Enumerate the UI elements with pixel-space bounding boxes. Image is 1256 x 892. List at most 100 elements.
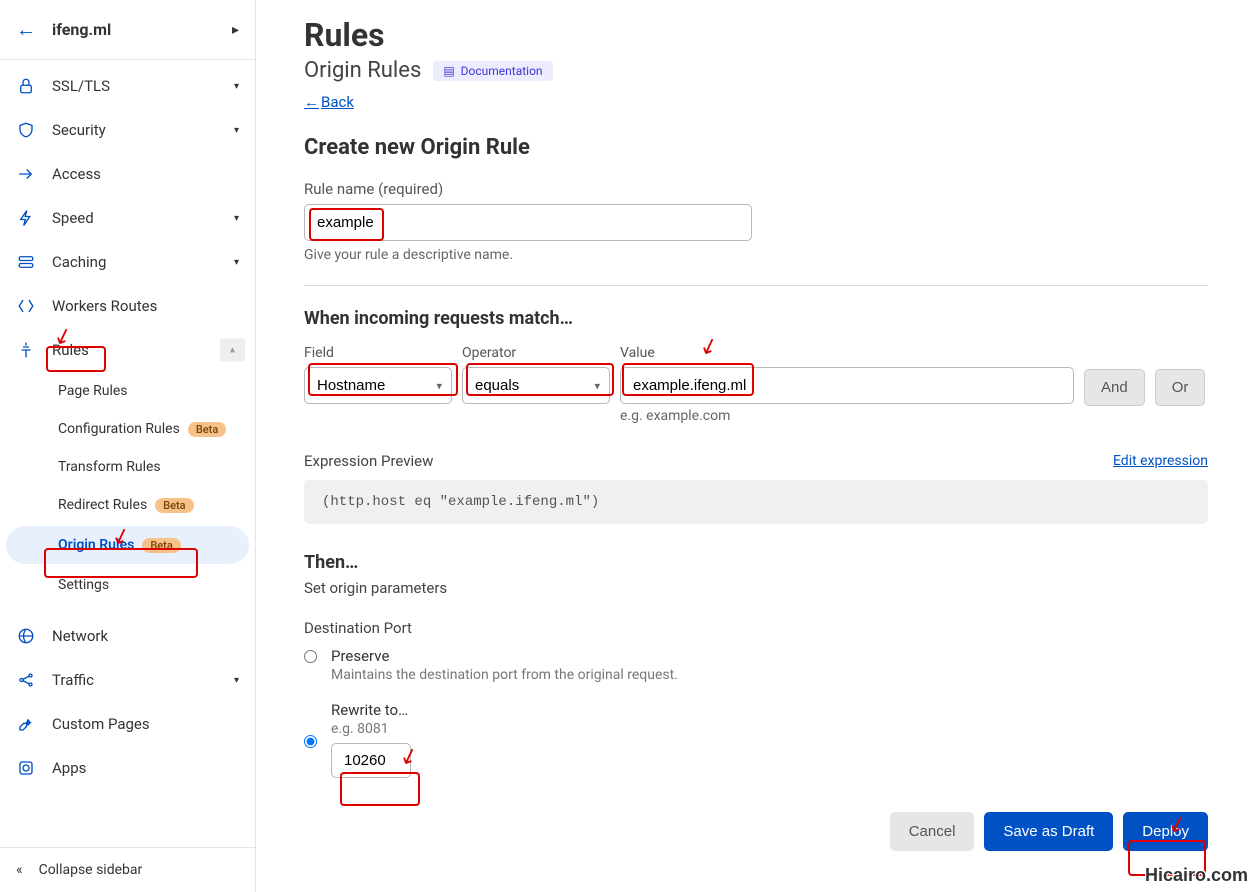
caret-right-icon[interactable]: ▸ bbox=[232, 22, 239, 38]
nav-custom-pages[interactable]: Custom Pages bbox=[0, 702, 255, 746]
nav-apps[interactable]: Apps bbox=[0, 746, 255, 790]
beta-badge: Beta bbox=[142, 538, 180, 553]
rewrite-title: Rewrite to… bbox=[331, 701, 1208, 719]
sidebar: ← ifeng.ml ▸ SSL/TLS ▾ Security ▾ Access… bbox=[0, 0, 256, 892]
subnav-settings[interactable]: Settings bbox=[0, 566, 255, 604]
expression-preview-label: Expression Preview bbox=[304, 452, 433, 470]
or-button[interactable]: Or bbox=[1155, 369, 1206, 406]
shield-icon bbox=[16, 120, 36, 140]
nav-workers-routes[interactable]: Workers Routes bbox=[0, 284, 255, 328]
wrench-icon bbox=[16, 714, 36, 734]
nav-speed[interactable]: Speed ▾ bbox=[0, 196, 255, 240]
radio-rewrite-row: Rewrite to… e.g. 8081 bbox=[304, 701, 1208, 778]
nav-label: SSL/TLS bbox=[52, 77, 234, 95]
book-icon: ▤ bbox=[443, 64, 454, 78]
globe-icon bbox=[16, 626, 36, 646]
nav-label: Rules bbox=[52, 341, 239, 359]
rule-name-help: Give your rule a descriptive name. bbox=[304, 247, 1208, 263]
nav-network[interactable]: Network bbox=[0, 614, 255, 658]
back-label: Back bbox=[321, 93, 354, 111]
radio-preserve[interactable] bbox=[304, 650, 317, 663]
nav-rules[interactable]: Rules ▴ bbox=[0, 328, 255, 372]
create-heading: Create new Origin Rule bbox=[304, 135, 1208, 160]
rewrite-help: e.g. 8081 bbox=[331, 721, 1208, 737]
field-select[interactable]: Hostname bbox=[304, 367, 452, 404]
operator-select[interactable]: equals bbox=[462, 367, 610, 404]
nav-label: Workers Routes bbox=[52, 297, 239, 315]
collapse-label: Collapse sidebar bbox=[39, 862, 143, 878]
workers-icon bbox=[16, 296, 36, 316]
rules-icon bbox=[16, 340, 36, 360]
preserve-desc: Maintains the destination port from the … bbox=[331, 667, 1208, 683]
chevron-down-icon: ▾ bbox=[234, 125, 239, 136]
subnav-configuration-rules[interactable]: Configuration RulesBeta bbox=[0, 410, 255, 448]
save-draft-button[interactable]: Save as Draft bbox=[984, 812, 1113, 851]
footer-buttons: Cancel Save as Draft Deploy bbox=[304, 812, 1208, 851]
field-label: Field bbox=[304, 345, 452, 361]
chevron-up-icon[interactable]: ▴ bbox=[220, 339, 245, 362]
nav-label: Speed bbox=[52, 209, 234, 227]
sub-label: Settings bbox=[58, 577, 109, 593]
nav-label: Traffic bbox=[52, 671, 234, 689]
then-heading: Then… bbox=[304, 552, 1208, 573]
edit-expression-link[interactable]: Edit expression bbox=[1113, 453, 1208, 469]
sub-label: Configuration Rules bbox=[58, 421, 180, 437]
nav-label: Caching bbox=[52, 253, 234, 271]
chevron-down-icon: ▾ bbox=[234, 675, 239, 686]
rule-name-input[interactable] bbox=[304, 204, 752, 241]
subnav-redirect-rules[interactable]: Redirect Rules Beta bbox=[0, 486, 255, 524]
filter-row: Field Hostname Operator equals Value e.g… bbox=[304, 345, 1208, 424]
rules-subnav: Page Rules Configuration RulesBeta Trans… bbox=[0, 372, 255, 604]
subnav-page-rules[interactable]: Page Rules bbox=[0, 372, 255, 410]
value-input[interactable] bbox=[620, 367, 1074, 404]
documentation-badge[interactable]: ▤ Documentation bbox=[433, 61, 552, 81]
chevron-left-double-icon: « bbox=[16, 862, 23, 878]
subnav-origin-rules[interactable]: Origin Rules Beta bbox=[6, 526, 249, 564]
nav-access[interactable]: Access bbox=[0, 152, 255, 196]
sub-label: Transform Rules bbox=[58, 459, 161, 475]
preserve-title: Preserve bbox=[331, 647, 1208, 665]
chevron-down-icon: ▾ bbox=[234, 257, 239, 268]
beta-badge: Beta bbox=[155, 498, 193, 513]
destination-port-label: Destination Port bbox=[304, 619, 1208, 637]
lock-icon bbox=[16, 76, 36, 96]
lightning-icon bbox=[16, 208, 36, 228]
cancel-button[interactable]: Cancel bbox=[890, 812, 975, 851]
nav-label: Network bbox=[52, 627, 239, 645]
and-button[interactable]: And bbox=[1084, 369, 1145, 406]
nav-label: Access bbox=[52, 165, 239, 183]
nav-label: Apps bbox=[52, 759, 239, 777]
port-input[interactable] bbox=[331, 743, 411, 778]
deploy-button[interactable]: Deploy bbox=[1123, 812, 1208, 851]
subnav-transform-rules[interactable]: Transform Rules bbox=[0, 448, 255, 486]
rule-name-label: Rule name (required) bbox=[304, 180, 1208, 198]
expression-preview: (http.host eq "example.ifeng.ml") bbox=[304, 480, 1208, 524]
sub-label: Origin Rules bbox=[58, 537, 134, 553]
then-subtitle: Set origin parameters bbox=[304, 579, 1208, 597]
radio-rewrite[interactable] bbox=[304, 735, 317, 748]
back-link[interactable]: ← Back bbox=[304, 93, 354, 111]
access-icon bbox=[16, 164, 36, 184]
page-subtitle: Origin Rules bbox=[304, 58, 421, 83]
back-arrow-icon[interactable]: ← bbox=[16, 17, 36, 42]
chevron-down-icon: ▾ bbox=[234, 213, 239, 224]
sub-label: Redirect Rules bbox=[58, 497, 147, 513]
doc-label: Documentation bbox=[461, 64, 543, 78]
main-content: Rules Origin Rules ▤ Documentation ← Bac… bbox=[256, 0, 1256, 892]
operator-label: Operator bbox=[462, 345, 610, 361]
collapse-sidebar-button[interactable]: « Collapse sidebar bbox=[0, 847, 255, 892]
site-header[interactable]: ← ifeng.ml ▸ bbox=[0, 0, 255, 60]
nav-ssl-tls[interactable]: SSL/TLS ▾ bbox=[0, 64, 255, 108]
apps-icon bbox=[16, 758, 36, 778]
nav-label: Security bbox=[52, 121, 234, 139]
site-name: ifeng.ml bbox=[52, 20, 232, 39]
nav-traffic[interactable]: Traffic ▾ bbox=[0, 658, 255, 702]
when-heading: When incoming requests match… bbox=[304, 308, 1208, 329]
nav-caching[interactable]: Caching ▾ bbox=[0, 240, 255, 284]
value-help: e.g. example.com bbox=[620, 408, 1074, 424]
traffic-icon bbox=[16, 670, 36, 690]
nav-label: Custom Pages bbox=[52, 715, 239, 733]
database-icon bbox=[16, 252, 36, 272]
nav-security[interactable]: Security ▾ bbox=[0, 108, 255, 152]
nav: SSL/TLS ▾ Security ▾ Access Speed ▾ Cach… bbox=[0, 60, 255, 847]
